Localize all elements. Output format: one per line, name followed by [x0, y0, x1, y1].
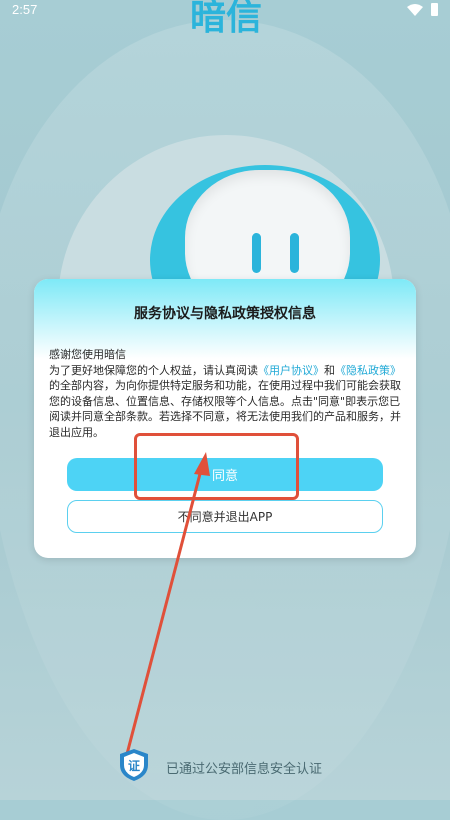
dialog-title: 服务协议与隐私政策授权信息	[134, 306, 316, 322]
wifi-icon	[407, 3, 423, 16]
app-title: 暗信	[189, 0, 262, 38]
mascot-left-eye	[252, 233, 261, 273]
dialog-body-text: 为了更好地保障您的个人权益，请认真阅读《用户协议》和《隐私政策》的全部内容，为向…	[49, 363, 401, 441]
and-text: 和	[324, 363, 335, 377]
body-text-part1: 为了更好地保障您的个人权益，请认真阅读	[49, 363, 258, 377]
certification-text: 已通过公安部信息安全认证	[166, 762, 323, 777]
body-text-part2: 的全部内容，为向你提供特定服务和功能，在使用过程中我们可能会获取您的设备信息、位…	[49, 379, 401, 439]
annotation-highlight-box	[134, 433, 299, 500]
dialog-greeting: 感谢您使用暗信	[49, 348, 126, 361]
security-certification: 证 已通过公安部信息安全认证	[0, 748, 450, 788]
user-agreement-link[interactable]: 《用户协议》	[258, 364, 324, 377]
disagree-exit-button[interactable]: 不同意并退出APP	[67, 500, 383, 533]
status-time: 2:57	[12, 2, 38, 17]
shield-icon: 证	[120, 749, 148, 781]
dialog-body: 感谢您使用暗信 为了更好地保障您的个人权益，请认真阅读《用户协议》和《隐私政策》…	[49, 347, 401, 440]
mascot-right-eye	[290, 233, 299, 273]
cert-badge-text: 证	[128, 759, 140, 773]
battery-icon	[431, 3, 438, 16]
privacy-dialog: 服务协议与隐私政策授权信息 感谢您使用暗信 为了更好地保障您的个人权益，请认真阅…	[34, 279, 416, 558]
privacy-policy-link[interactable]: 《隐私政策》	[335, 364, 401, 377]
status-icons	[407, 3, 438, 16]
